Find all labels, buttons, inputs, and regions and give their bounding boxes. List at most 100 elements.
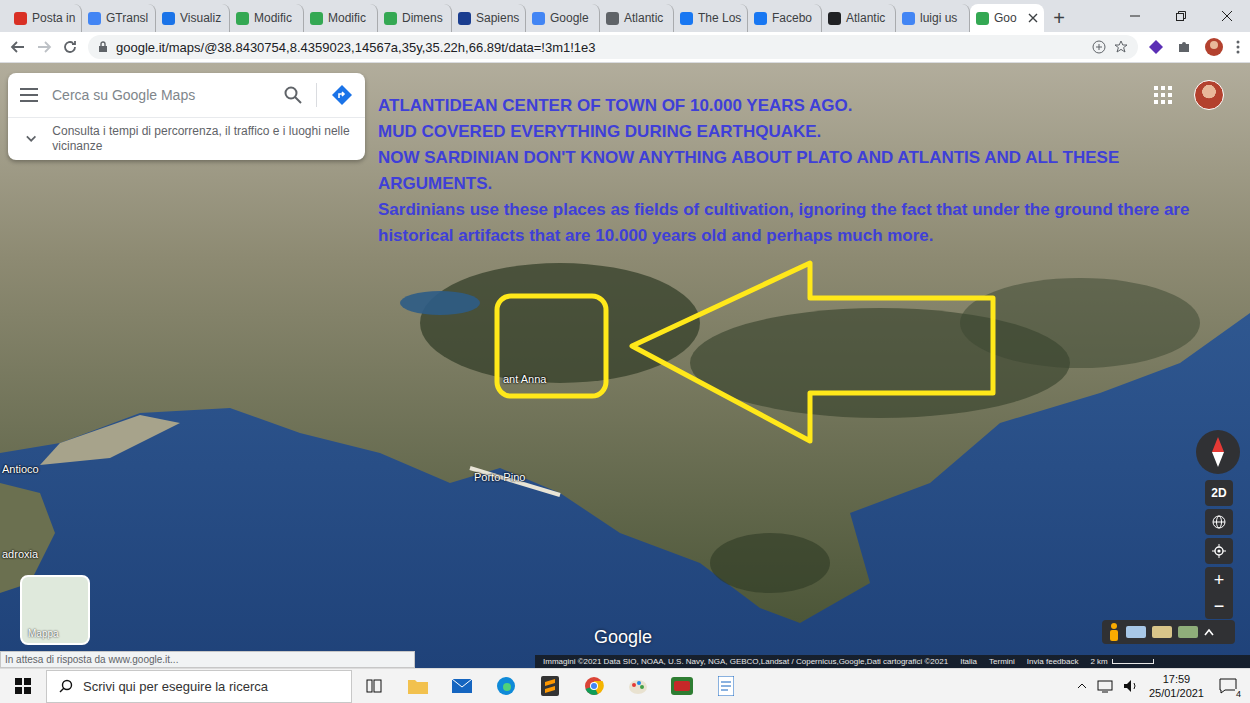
notification-button[interactable]: 4 (1214, 672, 1242, 700)
imagery-thumb[interactable] (1152, 626, 1172, 638)
place-label[interactable]: adroxia (2, 548, 38, 560)
browser-tab[interactable]: Modific (304, 4, 378, 32)
address-bar[interactable]: google.it/maps/@38.8430754,8.4359023,145… (88, 35, 1138, 59)
close-button[interactable] (1204, 0, 1250, 32)
extension-icons (1148, 37, 1240, 57)
puzzle-icon[interactable] (1176, 39, 1192, 55)
close-icon[interactable] (1028, 13, 1038, 23)
browser-tab[interactable]: Sapiens (452, 4, 526, 32)
zoom-controls: +− (1205, 567, 1233, 619)
locate-icon (1212, 544, 1226, 558)
place-label[interactable]: ant Anna (503, 373, 546, 385)
footer-link[interactable]: Invia feedback (1027, 657, 1079, 666)
directions-icon[interactable] (331, 84, 353, 106)
search-box[interactable]: Cerca su Google Maps (8, 73, 365, 118)
profile-icon[interactable] (1204, 37, 1224, 57)
globe-icon (1212, 515, 1226, 529)
chevron-up-icon[interactable] (1077, 683, 1087, 689)
tab-label: Facebo (772, 11, 815, 25)
chevron-up-icon[interactable] (1204, 628, 1214, 636)
google-logo: Google (594, 627, 652, 648)
annotation-line: MUD COVERED EVERYTHING DURING EARTHQUAKE… (378, 119, 1200, 145)
edge-button[interactable] (484, 669, 528, 703)
mail-button[interactable] (440, 669, 484, 703)
favicon-icon (828, 12, 841, 25)
restore-icon (1176, 11, 1186, 21)
place-label[interactable]: Porto Pino (474, 471, 525, 483)
avatar[interactable] (1194, 80, 1224, 110)
browser-tab[interactable]: Modific (230, 4, 304, 32)
browser-tab[interactable]: Atlantic (600, 4, 674, 32)
restore-button[interactable] (1158, 0, 1204, 32)
forward-icon[interactable] (36, 39, 52, 55)
clock[interactable]: 17:5925/01/2021 (1149, 672, 1204, 700)
hint-text: Consulta i tempi di percorrenza, il traf… (52, 124, 353, 154)
footer-link[interactable]: Termini (989, 657, 1015, 666)
nearby-hint[interactable]: Consulta i tempi di percorrenza, il traf… (8, 118, 365, 160)
account-area (1154, 80, 1224, 110)
hamburger-icon[interactable] (20, 88, 38, 102)
map-type-button[interactable]: Mappa (20, 575, 90, 645)
speaker-icon[interactable] (1123, 679, 1139, 693)
compass[interactable] (1196, 430, 1240, 474)
favicon-icon (162, 12, 175, 25)
browser-tab[interactable]: Visualiz (156, 4, 230, 32)
paint-button[interactable] (616, 669, 660, 703)
place-label[interactable]: Antioco (2, 463, 39, 475)
ftp-button[interactable] (660, 669, 704, 703)
scale-line (1112, 659, 1154, 664)
network-icon[interactable] (1097, 679, 1113, 693)
edge-icon (496, 676, 516, 696)
browser-tab[interactable]: Google (526, 4, 600, 32)
notepad-button[interactable] (704, 669, 748, 703)
favicon-icon (458, 12, 471, 25)
imagery-thumb[interactable] (1178, 626, 1198, 638)
minimize-button[interactable] (1112, 0, 1158, 32)
time: 17:59 (1163, 672, 1191, 686)
browser-tab[interactable]: Posta in (8, 4, 82, 32)
chevron-down-icon (26, 135, 36, 143)
explorer-button[interactable] (396, 669, 440, 703)
favicon-icon (976, 12, 989, 25)
browser-tab[interactable]: GTransl (82, 4, 156, 32)
desktop: Posta inGTranslVisualizModificModificDim… (0, 0, 1250, 703)
extension-icon[interactable] (1148, 39, 1164, 55)
status-bubble: In attesa di risposta da www.google.it..… (0, 651, 415, 668)
divider (316, 83, 317, 107)
new-tab-button[interactable]: + (1044, 4, 1074, 32)
favicon-icon (532, 12, 545, 25)
taskbar: Scrivi qui per eseguire la ricerca 17:592… (0, 668, 1250, 703)
install-icon[interactable] (1092, 40, 1106, 54)
browser-tab[interactable]: The Los (674, 4, 748, 32)
search-icon[interactable] (284, 86, 302, 104)
zoom-out-button[interactable]: − (1205, 593, 1233, 619)
imagery-thumb[interactable] (1126, 626, 1146, 638)
browser-tab[interactable]: Dimens (378, 4, 452, 32)
apps-grid-icon[interactable] (1154, 86, 1172, 104)
footer-link[interactable]: Italia (960, 657, 977, 666)
globe-button[interactable] (1205, 509, 1233, 535)
menu-icon[interactable] (1236, 39, 1240, 55)
star-icon[interactable] (1114, 40, 1128, 54)
browser-tab[interactable]: Facebo (748, 4, 822, 32)
browser-tab[interactable]: Goo (970, 4, 1044, 32)
taskbar-search[interactable]: Scrivi qui per eseguire la ricerca (46, 670, 352, 703)
task-view-icon (366, 679, 382, 693)
arrow-icon (632, 263, 993, 441)
start-button[interactable] (0, 678, 46, 694)
browser-tab[interactable]: Atlantic (822, 4, 896, 32)
pegman-icon[interactable] (1108, 623, 1120, 641)
view-toggle-button[interactable]: 2D (1205, 480, 1233, 506)
locate-button[interactable] (1205, 538, 1233, 564)
map-view[interactable]: Cerca su Google Maps Consulta i tempi di … (0, 63, 1250, 668)
browser-tab[interactable]: luigi us (896, 4, 970, 32)
back-icon[interactable] (10, 39, 26, 55)
chrome-button[interactable] (572, 669, 616, 703)
scale-bar[interactable]: 2 km (1090, 657, 1153, 666)
task-view-button[interactable] (352, 669, 396, 703)
mail-icon (452, 679, 472, 693)
zoom-in-button[interactable]: + (1205, 567, 1233, 593)
reload-icon[interactable] (62, 39, 78, 55)
sublime-button[interactable] (528, 669, 572, 703)
layer-bar (1102, 620, 1235, 644)
